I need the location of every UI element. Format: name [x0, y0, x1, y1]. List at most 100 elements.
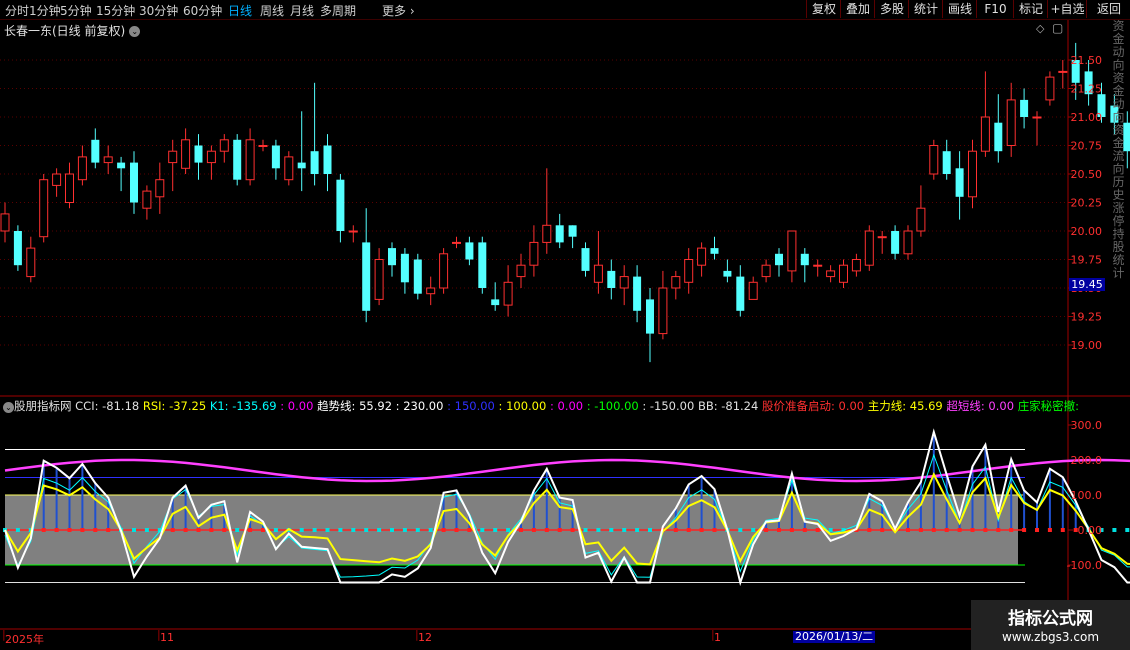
indicator-value-4: 趋势线: 55.92 [317, 399, 396, 413]
candle-body [1020, 99, 1029, 117]
candle-body [942, 151, 951, 174]
indicator-dot [686, 528, 691, 532]
toolbar-button-2[interactable]: 多股 [874, 0, 909, 18]
period-tab-0[interactable]: 分时 [5, 2, 29, 19]
indicator-dot [480, 528, 485, 532]
indicator-value-14: 超短线: 0.00 [946, 399, 1018, 413]
toolbar-button-6[interactable]: 标记 [1013, 0, 1048, 18]
candle-body [542, 224, 552, 243]
indicator-dot [196, 528, 201, 532]
candle-body [77, 156, 87, 181]
price-axis-label: 19.25 [1071, 311, 1103, 324]
candle-body [103, 156, 113, 164]
candle-body [955, 168, 964, 197]
period-tab-1[interactable]: 1分钟 [29, 2, 61, 19]
indicator-dot [325, 528, 330, 532]
indicator-value-10: : -150.00 [642, 399, 698, 413]
candle-body [348, 230, 358, 233]
indicator-name[interactable]: 股朋指标网 [14, 399, 75, 413]
candle-body [336, 179, 345, 231]
candle-body [516, 264, 526, 278]
candle-body [593, 264, 603, 283]
candle-body [529, 241, 539, 266]
indicator-dot [390, 528, 394, 532]
price-axis-label: 21.25 [1071, 83, 1103, 96]
candle-body [968, 150, 977, 198]
toolbar-button-0[interactable]: 复权 [806, 0, 841, 18]
chart-title[interactable]: 长春一东(日线 前复权) ⌄ [4, 22, 141, 39]
candle-body [761, 264, 771, 278]
indicator-dot [609, 528, 614, 532]
toolbar-button-5[interactable]: F10 [976, 0, 1014, 18]
x-axis-tick: | [415, 628, 419, 641]
indicator-dot [441, 528, 446, 532]
indicator-dot [519, 528, 523, 532]
period-tab-6[interactable]: 日线 [228, 2, 252, 19]
side-tab-panel[interactable]: 资金动向资金动向资金流向历史涨停持股统计 [1107, 20, 1130, 395]
price-axis-label: 19.75 [1071, 254, 1103, 267]
price-axis-label: 21.00 [1071, 111, 1103, 124]
diamond-icon[interactable]: ◇ [1036, 22, 1044, 35]
candle-body [633, 276, 642, 311]
period-tab-8[interactable]: 月线 [290, 2, 314, 19]
candle-body [1032, 116, 1042, 119]
watermark-url: www.zbgs3.com [1001, 630, 1100, 644]
indicator-dot [106, 528, 111, 532]
candle-body [271, 145, 280, 169]
indicator-dot [506, 528, 511, 532]
candle-body [787, 230, 797, 272]
chevron-down-icon[interactable]: ⌄ [129, 26, 141, 37]
indicator-dot [299, 528, 304, 532]
indicator-axis-label: 300.0 [1071, 419, 1103, 432]
indicator-dot [144, 528, 149, 532]
candle-body [891, 231, 900, 254]
candle-body [374, 259, 384, 300]
toolbar-button-3[interactable]: 统计 [908, 0, 943, 18]
candle-body [994, 122, 1003, 152]
indicator-dot [673, 528, 678, 532]
candle-body [929, 145, 939, 175]
indicator-dot [170, 528, 175, 532]
indicator-dot [583, 528, 588, 532]
candle-body [219, 139, 229, 152]
chart-canvas: 21.50 21.25 21.00 20.75 20.50 20.25 20.00 19.75… [0, 20, 1130, 630]
indicator-dot [918, 528, 923, 532]
candle-body [568, 225, 577, 237]
indicator-dot [596, 528, 601, 532]
period-tab-10[interactable]: 更多 › [382, 2, 415, 19]
indicator-dot [815, 528, 820, 532]
candle-body [697, 247, 707, 266]
indicator-dot [80, 528, 85, 532]
period-tab-2[interactable]: 5分钟 [60, 2, 92, 19]
toolbar-button-1[interactable]: 叠加 [840, 0, 875, 18]
candle-body [323, 145, 332, 174]
period-tab-7[interactable]: 周线 [260, 2, 284, 19]
candle-body [775, 253, 783, 266]
indicator-dot [467, 528, 472, 532]
price-axis-label: 20.00 [1071, 225, 1103, 238]
candle-body [284, 156, 294, 181]
toolbar-button-4[interactable]: 画线 [942, 0, 977, 18]
period-tab-9[interactable]: 多周期 [320, 2, 356, 19]
indicator-value-8: : 0.00 [549, 399, 587, 413]
indicator-menu-icon[interactable]: ⌄ [3, 402, 14, 413]
candle-body [1006, 99, 1016, 146]
indicator-value-5: : 230.00 [395, 399, 448, 413]
indicator-dot [738, 528, 743, 532]
candle-body [413, 259, 422, 294]
price-axis-label: 19.00 [1071, 339, 1103, 352]
period-tab-4[interactable]: 30分钟 [139, 2, 178, 19]
candle-body [851, 259, 861, 272]
toolbar-button-7[interactable]: +自选 [1047, 0, 1087, 18]
indicator-value-13: 主力线: 45.69 [867, 399, 947, 413]
chart-title-text: 长春一东(日线 前复权) [4, 24, 126, 38]
toolbar-button-8[interactable]: 返回 [1086, 0, 1130, 18]
period-tab-3[interactable]: 15分钟 [96, 2, 135, 19]
candle-body [877, 236, 887, 239]
indicator-dot [54, 528, 59, 532]
period-tab-5[interactable]: 60分钟 [183, 2, 222, 19]
indicator-dot [1035, 528, 1039, 532]
indicator-dot [1022, 528, 1027, 532]
indicator-dot [67, 528, 72, 532]
window-toggle-icon[interactable]: ▢ [1052, 21, 1063, 35]
